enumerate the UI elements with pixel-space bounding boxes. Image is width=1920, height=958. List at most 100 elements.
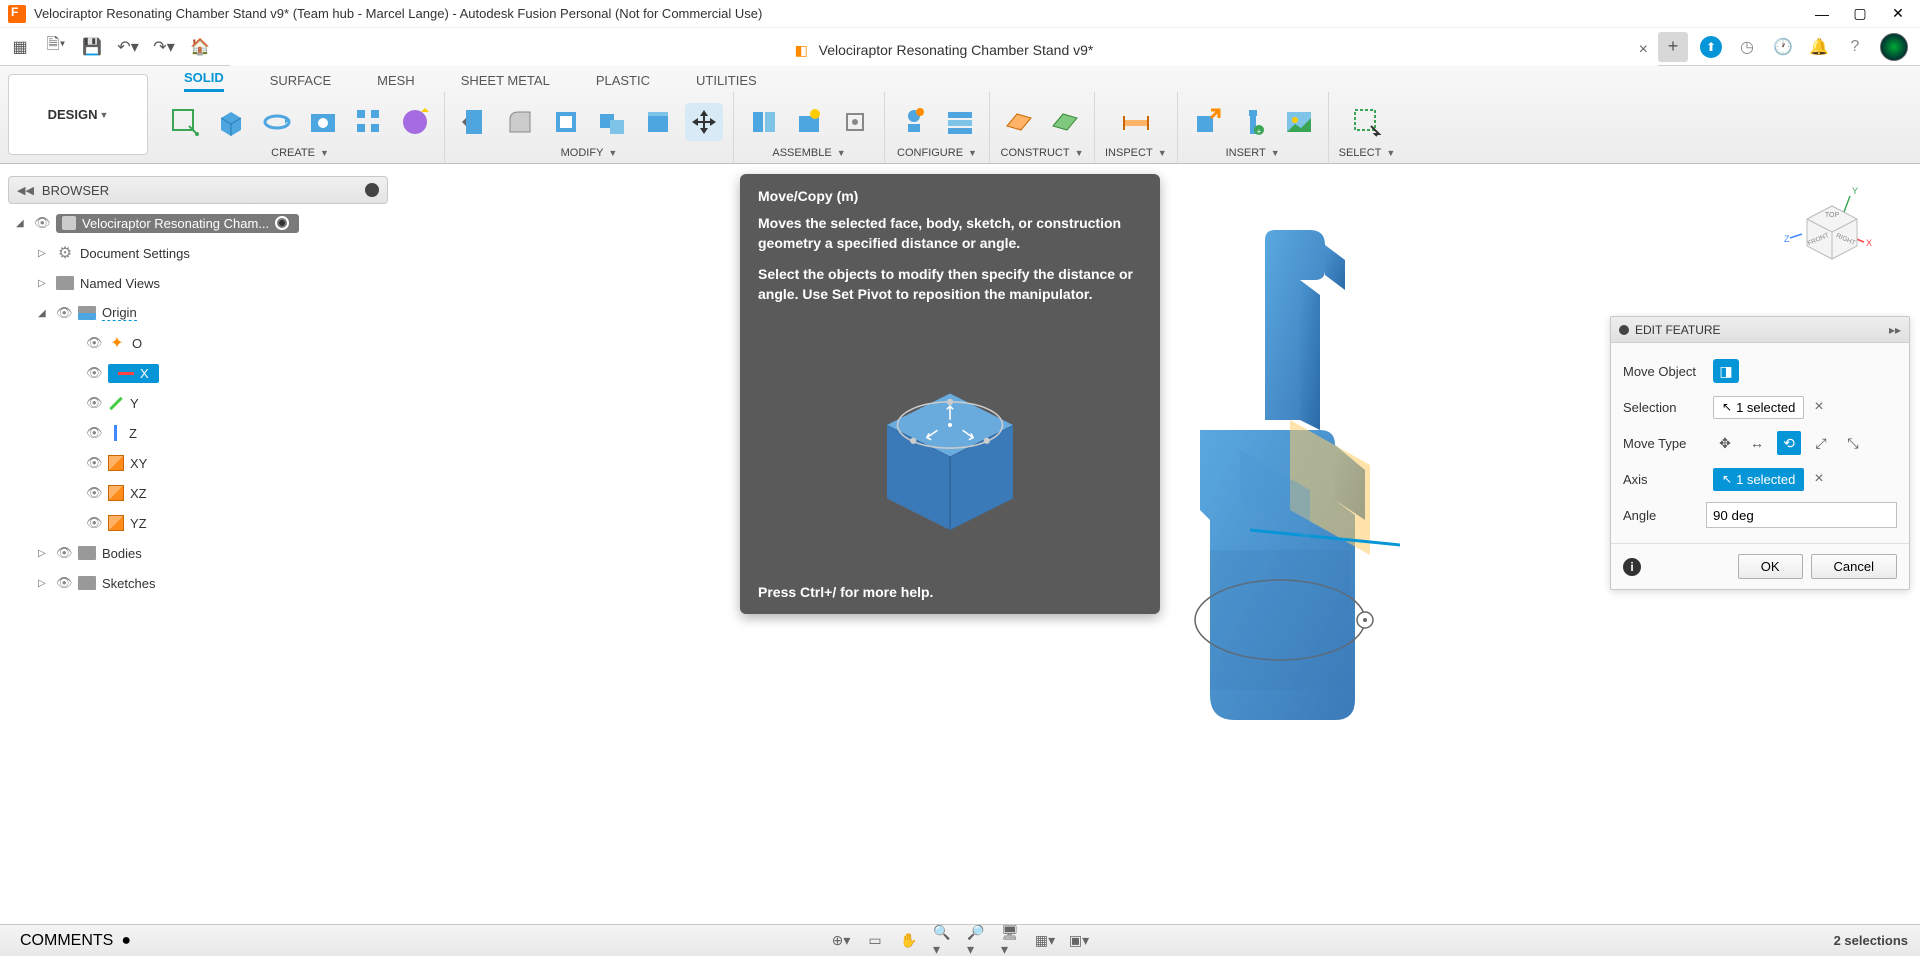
tab-utilities[interactable]: UTILITIES [696, 73, 757, 92]
notifications-icon[interactable]: 🔔 [1808, 36, 1830, 58]
undo-icon[interactable]: ↶▾ [116, 35, 140, 59]
eye-icon[interactable]: 👁 [56, 305, 72, 321]
eye-icon[interactable]: 👁 [56, 545, 72, 561]
fit-icon[interactable]: 🔎▾ [967, 931, 987, 951]
tab-solid[interactable]: SOLID [184, 70, 224, 92]
viewport-icon[interactable]: ▣▾ [1069, 931, 1089, 951]
ok-button[interactable]: OK [1738, 554, 1803, 579]
insert-fastener-icon[interactable]: + [1234, 103, 1272, 141]
free-move-icon[interactable]: ✥ [1713, 431, 1737, 455]
pin-icon[interactable]: ▸▸ [1889, 323, 1901, 337]
tab-plastic[interactable]: PLASTIC [596, 73, 650, 92]
emboss-icon[interactable] [396, 103, 434, 141]
tab-mesh[interactable]: MESH [377, 73, 415, 92]
eye-icon[interactable]: 👁 [86, 485, 102, 501]
sketch-icon[interactable] [166, 103, 204, 141]
clear-axis-icon[interactable]: × [1814, 470, 1823, 488]
eye-icon[interactable]: 👁 [86, 335, 102, 351]
view-cube[interactable]: Y Z X TOP FRONT RIGHT [1782, 184, 1872, 274]
grid-icon[interactable]: ▦▾ [1035, 931, 1055, 951]
joint-origin-icon[interactable] [836, 103, 874, 141]
viewport-model[interactable] [1170, 220, 1400, 740]
tree-named-views[interactable]: ▷ Named Views [8, 268, 388, 298]
caret-icon[interactable]: ▷ [38, 248, 50, 259]
offset-face-icon[interactable] [639, 103, 677, 141]
tree-document-settings[interactable]: ▷ Document Settings [8, 238, 388, 268]
box-icon[interactable] [212, 103, 250, 141]
hole-icon[interactable] [304, 103, 342, 141]
eye-icon[interactable]: 👁 [56, 575, 72, 591]
workspace-switcher[interactable]: DESIGN ▼ [8, 74, 148, 155]
component-icon[interactable] [744, 103, 782, 141]
zoom-icon[interactable]: 🔍▾ [933, 931, 953, 951]
rotate-icon[interactable]: ⟲ [1777, 431, 1801, 455]
pan-icon[interactable]: ✋ [899, 931, 919, 951]
point-to-point-icon[interactable]: ⤢ [1809, 431, 1833, 455]
pattern-icon[interactable] [350, 103, 388, 141]
revolve-icon[interactable] [258, 103, 296, 141]
collapse-dot-icon[interactable] [365, 183, 379, 197]
eye-icon[interactable]: 👁 [34, 215, 50, 231]
minimize-button[interactable]: — [1814, 6, 1830, 22]
new-tab-button[interactable]: + [1658, 32, 1688, 62]
insert-derive-icon[interactable] [1188, 103, 1226, 141]
tree-sketches[interactable]: ▷ 👁 Sketches [8, 568, 388, 598]
activate-radio[interactable] [275, 216, 289, 230]
body-type-button[interactable]: ◨ [1713, 359, 1739, 383]
eye-icon[interactable]: 👁 [86, 365, 102, 381]
collapse-left-icon[interactable]: ◀◀ [17, 184, 34, 197]
translate-icon[interactable]: ↔ [1745, 431, 1769, 455]
tree-origin-yz[interactable]: 👁 YZ [8, 508, 388, 538]
help-icon[interactable]: ? [1844, 36, 1866, 58]
tree-origin-xy[interactable]: 👁 XY [8, 448, 388, 478]
eye-icon[interactable]: 👁 [86, 515, 102, 531]
job-status-icon[interactable]: 🕐 [1772, 36, 1794, 58]
caret-icon[interactable]: ▷ [38, 548, 50, 559]
clear-selection-icon[interactable]: × [1814, 398, 1823, 416]
data-panel-icon[interactable]: ▦ [8, 35, 32, 59]
insert-image-icon[interactable] [1280, 103, 1318, 141]
point-to-position-icon[interactable]: ⤡ [1841, 431, 1865, 455]
fillet-icon[interactable] [501, 103, 539, 141]
axis-construct-icon[interactable] [1046, 103, 1084, 141]
configure-icon[interactable] [895, 103, 933, 141]
tree-origin-x[interactable]: 👁 X [8, 358, 388, 388]
close-button[interactable]: ✕ [1890, 6, 1906, 22]
caret-icon[interactable]: ◢ [16, 218, 28, 229]
file-menu-icon[interactable]: 🗎▾ [44, 35, 68, 59]
cancel-button[interactable]: Cancel [1811, 554, 1897, 579]
plane-icon[interactable] [1000, 103, 1038, 141]
browser-header[interactable]: ◀◀ BROWSER [8, 176, 388, 204]
tab-sheet-metal[interactable]: SHEET METAL [461, 73, 550, 92]
extensions-icon[interactable]: ⬆ [1700, 36, 1722, 58]
combine-icon[interactable] [593, 103, 631, 141]
tree-root[interactable]: ◢ 👁 Velociraptor Resonating Cham... [8, 208, 388, 238]
save-icon[interactable]: 💾 [80, 35, 104, 59]
shell-icon[interactable] [547, 103, 585, 141]
tree-origin-z[interactable]: 👁 Z [8, 418, 388, 448]
eye-icon[interactable]: 👁 [86, 425, 102, 441]
tree-origin-xz[interactable]: 👁 XZ [8, 478, 388, 508]
tree-origin-y[interactable]: 👁 Y [8, 388, 388, 418]
tree-origin-o[interactable]: 👁 O [8, 328, 388, 358]
redo-icon[interactable]: ↷▾ [152, 35, 176, 59]
tab-close-icon[interactable]: × [1639, 41, 1648, 59]
selection-chip[interactable]: ↖ 1 selected [1713, 396, 1804, 419]
look-at-icon[interactable]: ▭ [865, 931, 885, 951]
axis-chip[interactable]: ↖ 1 selected [1713, 468, 1804, 491]
panel-header[interactable]: EDIT FEATURE ▸▸ [1611, 317, 1909, 343]
comments-button[interactable]: COMMENTS ● [12, 930, 139, 952]
tree-bodies[interactable]: ▷ 👁 Bodies [8, 538, 388, 568]
orbit-icon[interactable]: ⊕▾ [831, 931, 851, 951]
joint-icon[interactable] [790, 103, 828, 141]
change-params-icon[interactable] [941, 103, 979, 141]
user-avatar[interactable] [1880, 33, 1908, 61]
document-tab[interactable]: ◧ Velociraptor Resonating Chamber Stand … [230, 34, 1658, 66]
eye-icon[interactable]: 👁 [86, 395, 102, 411]
angle-input[interactable] [1706, 502, 1897, 528]
press-pull-icon[interactable] [455, 103, 493, 141]
tab-surface[interactable]: SURFACE [270, 73, 331, 92]
caret-icon[interactable]: ▷ [38, 278, 50, 289]
update-icon[interactable]: ◷ [1736, 36, 1758, 58]
maximize-button[interactable]: ▢ [1852, 6, 1868, 22]
